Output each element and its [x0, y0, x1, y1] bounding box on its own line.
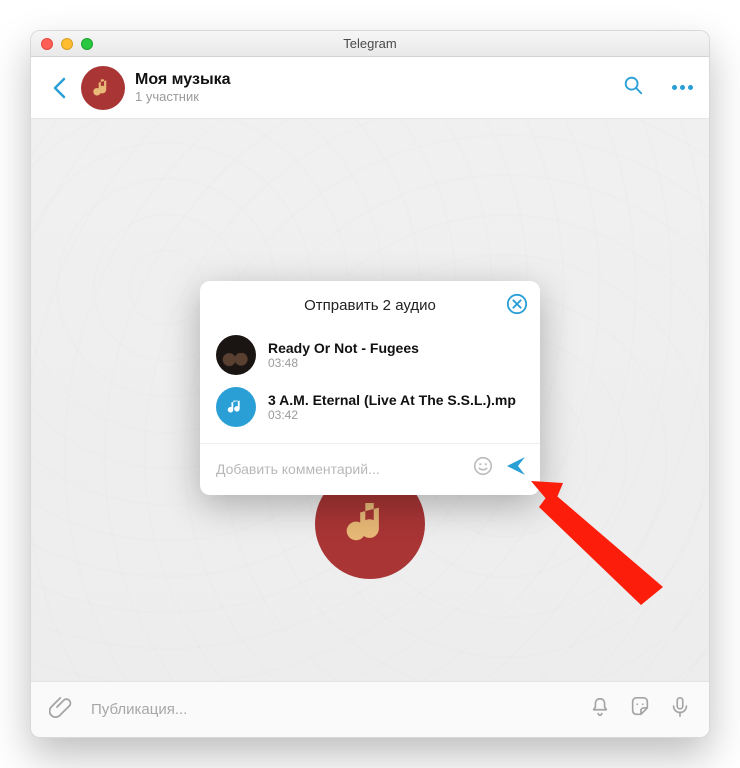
close-window-button[interactable]	[41, 38, 53, 50]
chat-subtitle: 1 участник	[135, 89, 612, 105]
music-note-icon	[342, 496, 398, 552]
dot-icon	[688, 85, 693, 90]
audio-track-row[interactable]: 3 A.M. Eternal (Live At The S.S.L.).mp 0…	[200, 381, 540, 433]
sticker-button[interactable]	[629, 696, 651, 723]
modal-header: Отправить 2 аудио	[200, 281, 540, 329]
track-name: 3 A.M. Eternal (Live At The S.S.L.).mp	[268, 392, 516, 408]
music-note-icon	[225, 396, 247, 418]
dot-icon	[680, 85, 685, 90]
compose-bar: Публикация...	[31, 681, 709, 737]
titlebar: Telegram	[31, 31, 709, 57]
send-icon	[504, 454, 528, 478]
compose-input[interactable]: Публикация...	[91, 701, 571, 718]
audio-track-row[interactable]: Ready Or Not - Fugees 03:48	[200, 329, 540, 381]
album-art-thumb	[216, 335, 256, 375]
chevron-left-icon	[52, 77, 66, 99]
track-duration: 03:48	[268, 356, 419, 370]
bell-icon	[589, 696, 611, 718]
window-title: Telegram	[31, 36, 709, 51]
send-button[interactable]	[504, 454, 528, 483]
chat-header: Моя музыка 1 участник	[31, 57, 709, 119]
microphone-icon	[669, 696, 691, 718]
emoji-button[interactable]	[472, 455, 494, 482]
modal-title: Отправить 2 аудио	[304, 297, 436, 314]
close-icon	[506, 293, 528, 315]
close-modal-button[interactable]	[506, 293, 528, 319]
chat-avatar[interactable]	[81, 66, 125, 110]
attach-button[interactable]	[49, 695, 73, 724]
sticker-icon	[629, 696, 651, 718]
audio-file-thumb	[216, 387, 256, 427]
track-duration: 03:42	[268, 408, 516, 422]
search-button[interactable]	[622, 74, 644, 101]
smile-icon	[472, 455, 494, 477]
app-window: Telegram Моя музыка 1 участник	[30, 30, 710, 738]
music-note-icon	[90, 75, 116, 101]
search-icon	[622, 74, 644, 96]
more-button[interactable]	[672, 85, 693, 90]
track-name: Ready Or Not - Fugees	[268, 340, 419, 356]
comment-input[interactable]	[216, 461, 462, 477]
dot-icon	[672, 85, 677, 90]
minimize-window-button[interactable]	[61, 38, 73, 50]
back-button[interactable]	[47, 76, 71, 100]
mute-button[interactable]	[589, 696, 611, 723]
paperclip-icon	[49, 695, 73, 719]
chat-title: Моя музыка	[135, 70, 612, 89]
send-audio-modal: Отправить 2 аудио Ready Or Not - Fugees …	[200, 281, 540, 495]
modal-input-row	[200, 443, 540, 495]
traffic-lights	[31, 38, 93, 50]
chat-title-block[interactable]: Моя музыка 1 участник	[135, 70, 612, 105]
zoom-window-button[interactable]	[81, 38, 93, 50]
voice-button[interactable]	[669, 696, 691, 723]
